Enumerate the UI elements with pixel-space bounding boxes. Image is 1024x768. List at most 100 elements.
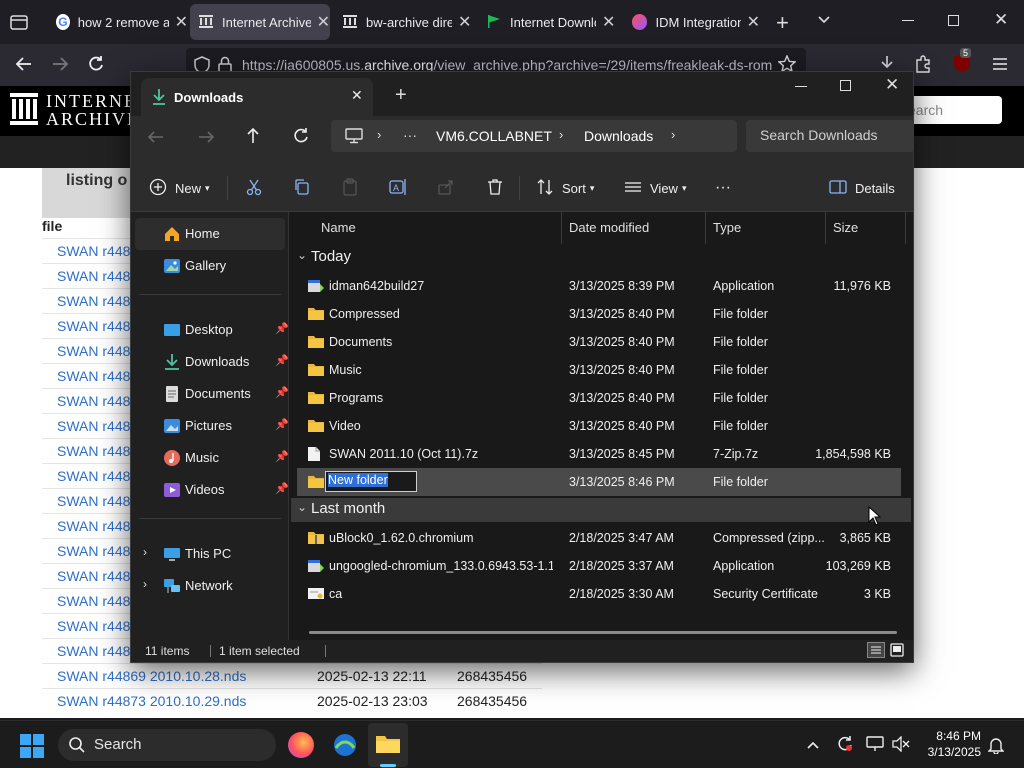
tab-list-icon[interactable] — [10, 13, 28, 36]
file-link[interactable]: SWAN r448 — [57, 493, 130, 509]
close-window-icon[interactable]: ✕ — [994, 10, 1008, 30]
address-bar[interactable]: › ··· VM6.COLLABNET › Downloads › — [331, 120, 737, 152]
file-row[interactable]: ca 2/18/2025 3:30 AM Security Certificate 3… — [297, 580, 901, 608]
rename-input[interactable]: New folder — [325, 471, 417, 492]
file-link[interactable]: SWAN r448 — [57, 418, 130, 434]
file-row[interactable]: ungoogled-chromium_133.0.6943.53-1.1... 2… — [297, 552, 901, 580]
browser-tab-idm[interactable]: Internet Downlo ✕ — [478, 0, 618, 44]
file-link[interactable]: SWAN r448 — [57, 318, 130, 334]
column-header-type[interactable]: Type — [713, 212, 741, 244]
notification-bell-icon[interactable] — [987, 736, 1005, 759]
chevron-right-icon[interactable]: › — [143, 545, 147, 559]
browser-tab-google[interactable]: G how 2 remove a ✕ — [48, 0, 188, 44]
minimize-icon[interactable] — [795, 86, 807, 87]
chevron-down-icon[interactable] — [816, 12, 832, 33]
minimize-icon[interactable] — [902, 20, 914, 21]
file-row[interactable]: Music 3/13/2025 8:40 PM File folder — [297, 356, 901, 384]
file-link[interactable]: SWAN r448 — [57, 568, 130, 584]
file-link[interactable]: SWAN r448 — [57, 393, 130, 409]
close-icon[interactable]: ✕ — [602, 12, 615, 32]
extensions-puzzle-icon[interactable] — [915, 54, 933, 79]
file-row[interactable]: uBlock0_1.62.0.chromium 2/18/2025 3:47 AM… — [297, 524, 901, 552]
sidebar-item-downloads[interactable]: Downloads 📌 — [135, 346, 289, 378]
firefox-icon[interactable] — [288, 732, 314, 758]
new-tab-icon[interactable]: + — [776, 10, 789, 36]
close-icon[interactable]: ✕ — [458, 12, 471, 32]
rename-button[interactable]: A — [389, 164, 407, 212]
search-downloads-input[interactable]: Search Downloads — [746, 120, 914, 152]
breadcrumb-downloads[interactable]: Downloads — [584, 128, 653, 144]
chevron-right-icon[interactable]: › — [143, 577, 147, 591]
column-header-size[interactable]: Size — [833, 212, 858, 244]
forward-arrow-icon[interactable] — [197, 128, 215, 151]
volume-muted-icon[interactable] — [892, 735, 910, 757]
browser-tab-bw-archive[interactable]: bw-archive direc ✕ — [334, 0, 474, 44]
explorer-tab-downloads[interactable]: Downloads ✕ — [141, 78, 373, 116]
column-header-date-modified[interactable]: Date modified — [569, 212, 649, 244]
file-link[interactable]: SWAN r448 — [57, 518, 130, 534]
group-header[interactable]: ⌄ Today — [291, 246, 911, 270]
up-arrow-icon[interactable] — [244, 127, 262, 150]
file-row[interactable]: SWAN 2011.10 (Oct 11).7z 3/13/2025 8:45 P… — [297, 440, 901, 468]
windows-start-icon[interactable] — [20, 734, 44, 763]
sidebar-item-music[interactable]: Music 📌 — [135, 442, 289, 474]
details-pane-button[interactable]: Details — [829, 164, 895, 212]
idm-app-icon[interactable] — [332, 732, 358, 763]
view-button[interactable]: View ▾ — [624, 164, 686, 212]
chevron-up-icon[interactable] — [806, 738, 820, 756]
clock-date[interactable]: 3/13/2025 — [920, 745, 981, 759]
file-link[interactable]: SWAN r448 — [57, 618, 130, 634]
cut-button[interactable] — [245, 164, 263, 212]
sidebar-item-documents[interactable]: Documents 📌 — [135, 378, 289, 410]
breadcrumb-chevron-icon[interactable]: › — [377, 127, 381, 142]
more-options-button[interactable]: ··· — [715, 164, 731, 212]
network-monitor-icon[interactable] — [866, 736, 884, 757]
back-arrow-icon[interactable] — [147, 128, 165, 151]
archive-logo-icon[interactable] — [10, 93, 38, 130]
file-link[interactable]: SWAN r448 — [57, 543, 130, 559]
breadcrumb-chevron-icon[interactable]: › — [671, 127, 675, 142]
file-row[interactable]: Video 3/13/2025 8:40 PM File folder — [297, 412, 901, 440]
delete-button[interactable] — [486, 164, 504, 212]
reload-icon[interactable] — [86, 54, 106, 79]
forward-arrow-icon[interactable] — [50, 54, 70, 79]
file-row[interactable]: idman642build27 3/13/2025 8:39 PM Applicat… — [297, 272, 901, 300]
clock-time[interactable]: 8:46 PM — [920, 729, 981, 743]
file-link[interactable]: SWAN r448 — [57, 293, 130, 309]
taskbar-search-box[interactable]: Search — [58, 729, 276, 761]
horizontal-scrollbar[interactable] — [309, 631, 897, 634]
file-link[interactable]: SWAN r448 — [57, 593, 130, 609]
file-link[interactable]: SWAN r448 — [57, 368, 130, 384]
sidebar-item-network[interactable]: › Network — [135, 570, 285, 602]
file-link[interactable]: SWAN r448 — [57, 468, 130, 484]
file-link[interactable]: SWAN r448 — [57, 268, 130, 284]
details-view-icon[interactable] — [867, 642, 885, 658]
file-link[interactable]: SWAN r448 — [57, 343, 130, 359]
column-header-name[interactable]: Name — [321, 212, 356, 244]
file-row[interactable]: New folder 3/13/2025 8:46 PM File folder — [297, 468, 901, 496]
browser-tab-archive-active[interactable]: Internet Archive ✕ — [190, 4, 330, 40]
file-row[interactable]: Documents 3/13/2025 8:40 PM File folder — [297, 328, 901, 356]
share-button[interactable] — [437, 164, 455, 212]
file-link[interactable]: SWAN r44869 2010.10.28.nds — [57, 668, 246, 684]
browser-tab-idm-integration[interactable]: IDM Integration ✕ — [624, 0, 760, 44]
breadcrumb-ellipsis[interactable]: ··· — [403, 127, 417, 143]
sidebar-item-videos[interactable]: Videos 📌 — [135, 474, 289, 506]
sidebar-item-home[interactable]: Home — [135, 218, 285, 250]
new-tab-icon[interactable]: + — [395, 84, 407, 107]
file-link[interactable]: SWAN r448 — [57, 443, 130, 459]
close-icon[interactable]: ✕ — [175, 12, 188, 32]
sidebar-item-desktop[interactable]: Desktop 📌 — [135, 314, 289, 346]
group-header[interactable]: ⌄ Last month — [291, 498, 911, 522]
paste-button[interactable] — [341, 164, 359, 212]
ublock-extension-icon[interactable]: 5 — [952, 48, 972, 74]
sidebar-item-this-pc[interactable]: › This PC — [135, 538, 285, 570]
close-icon[interactable]: ✕ — [351, 87, 363, 104]
sidebar-item-pictures[interactable]: Pictures 📌 — [135, 410, 289, 442]
hamburger-menu-icon[interactable] — [992, 57, 1008, 76]
close-icon[interactable]: ✕ — [747, 12, 760, 32]
maximize-icon[interactable] — [840, 80, 851, 91]
breadcrumb-chevron-icon[interactable]: › — [559, 127, 563, 142]
new-button[interactable]: New ▾ — [149, 164, 210, 212]
sort-button[interactable]: Sort ▾ — [536, 164, 594, 212]
